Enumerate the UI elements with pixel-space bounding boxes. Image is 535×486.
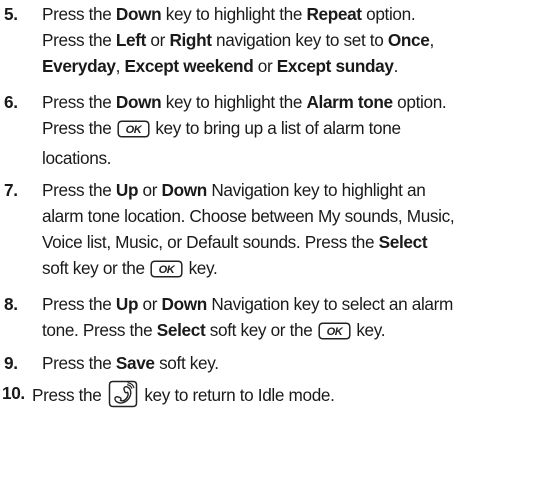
step-text: Press the Down key to highlight the Repe… — [42, 1, 530, 79]
svg-text:OK: OK — [125, 124, 142, 136]
step-9: 9. Press the Save soft key. — [0, 350, 530, 376]
step-line: alarm tone location. Choose between My s… — [42, 206, 455, 226]
step-7: 7. Press the Up or Down Navigation key t… — [0, 177, 530, 285]
step-text: Press the Up or Down Navigation key to h… — [42, 177, 530, 285]
instruction-page: 5. Press the Down key to highlight the R… — [0, 0, 535, 486]
step-text: Press the Up or Down Navigation key to s… — [42, 291, 530, 347]
step-line: Press the Up or Down Navigation key to s… — [42, 294, 453, 314]
step-line: Press the Down key to highlight the Alar… — [42, 92, 447, 112]
step-number: 8. — [4, 294, 18, 314]
ok-key-icon: OK — [150, 259, 183, 285]
ok-key-icon: OK — [318, 321, 351, 347]
step-line: Press the Save soft key. — [42, 353, 219, 373]
step-number: 6. — [4, 92, 18, 112]
step-line: Press the Up or Down Navigation key to h… — [42, 180, 426, 200]
step-8: 8. Press the Up or Down Navigation key t… — [0, 291, 530, 347]
send-key-icon — [108, 380, 138, 415]
ok-key-icon: OK — [117, 119, 150, 145]
step-line: locations. — [42, 148, 112, 168]
step-line: Press the Down key to highlight the Repe… — [42, 4, 416, 24]
step-number: 7. — [4, 180, 18, 200]
step-line: Everyday, Except weekend or Except sunda… — [42, 56, 398, 76]
step-line: Voice list, Music, or Default sounds. Pr… — [42, 232, 428, 252]
step-number: 10. — [2, 383, 25, 403]
step-text: Press the Down key to highlight the Alar… — [42, 89, 530, 171]
step-line: tone. Press the Select soft key or the O… — [42, 317, 526, 347]
step-10: 10. Press the key to return to Idle mode… — [0, 380, 530, 415]
step-5: 5. Press the Down key to highlight the R… — [0, 1, 530, 79]
step-number: 5. — [4, 4, 18, 24]
step-line: Press the Left or Right navigation key t… — [42, 30, 434, 50]
svg-text:OK: OK — [159, 264, 176, 276]
step-line: Press the OK key to bring up a list of a… — [42, 115, 526, 145]
step-number: 9. — [4, 353, 18, 373]
svg-text:OK: OK — [326, 326, 343, 338]
step-text: Press the Save soft key. — [42, 350, 530, 376]
step-line: Press the key to return to Idle mode. — [32, 380, 526, 415]
step-text: Press the key to return to Idle mode. — [32, 380, 530, 415]
step-6: 6. Press the Down key to highlight the A… — [0, 89, 530, 171]
step-line: soft key or the OK key. — [42, 255, 526, 285]
